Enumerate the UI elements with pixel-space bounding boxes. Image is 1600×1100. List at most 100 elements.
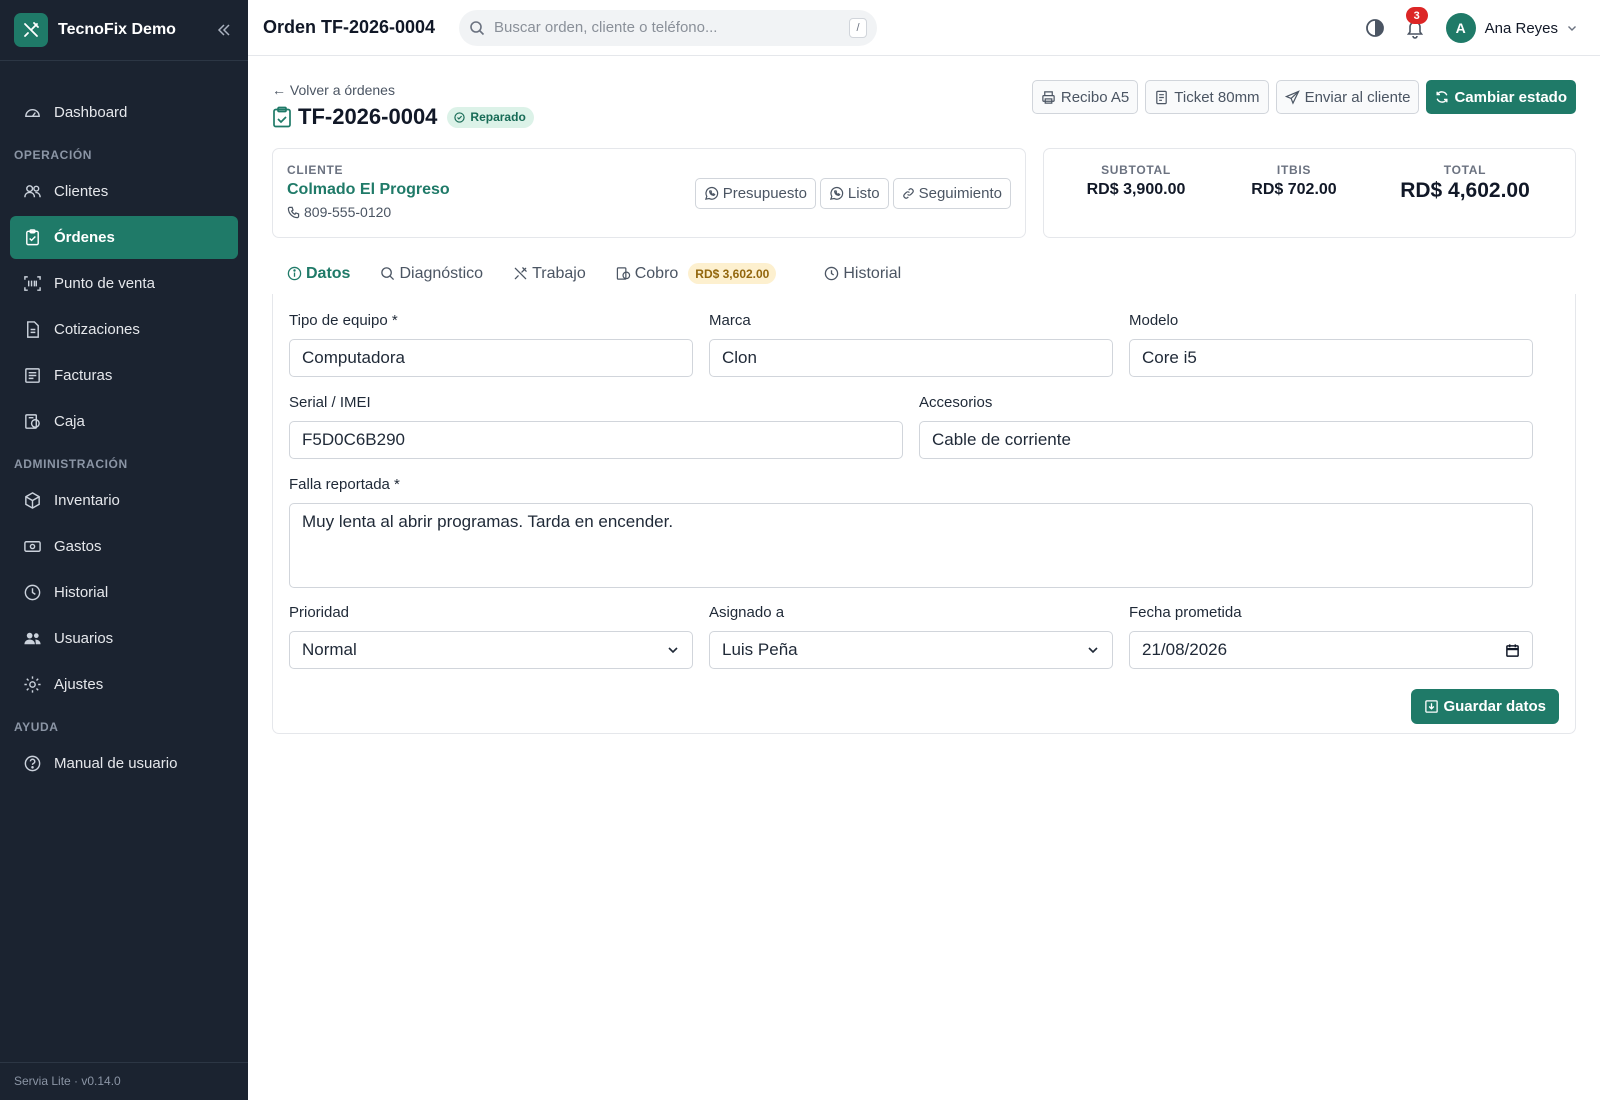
receipt-a5-button[interactable]: Recibo A5	[1031, 80, 1139, 114]
calendar-icon[interactable]	[1505, 643, 1520, 658]
itbis-block: ITBIS RD$ 702.00	[1228, 163, 1360, 237]
assigned-value: Luis Peña	[722, 640, 798, 659]
sidebar-item-inventario[interactable]: Inventario	[10, 479, 238, 522]
client-card: CLIENTE Colmado El Progreso 809-555-0120…	[272, 148, 1026, 238]
gear-icon	[24, 676, 41, 693]
search-input[interactable]	[494, 19, 849, 36]
notifications-button[interactable]: 3	[1404, 7, 1428, 39]
sidebar-item-manual[interactable]: Manual de usuario	[10, 742, 238, 785]
invoice-icon	[25, 368, 40, 383]
sidebar-item-clientes[interactable]: Clientes	[10, 170, 238, 213]
totals-card: SUBTOTAL RD$ 3,900.00 ITBIS RD$ 702.00 T…	[1043, 148, 1576, 238]
sidebar-item-label: Ajustes	[54, 676, 104, 693]
ticket-80mm-button[interactable]: Ticket 80mm	[1145, 80, 1269, 114]
priority-select[interactable]: Normal	[289, 631, 693, 669]
itbis-label: ITBIS	[1276, 163, 1312, 177]
field-label: Serial / IMEI	[289, 394, 371, 411]
due-date-input[interactable]: 21/08/2026	[1129, 631, 1533, 669]
app-version: Servia Lite · v0.14.0	[0, 1062, 248, 1100]
search-box[interactable]: /	[459, 9, 877, 46]
field-label: Tipo de equipo *	[289, 312, 398, 329]
receipt-icon	[1156, 90, 1168, 104]
serial-field: Serial / IMEI F5D0C6B290	[289, 394, 903, 459]
tab-diagnostico[interactable]: Diagnóstico	[365, 252, 498, 295]
client-label: CLIENTE	[287, 163, 344, 177]
sidebar-item-gastos[interactable]: Gastos	[10, 525, 238, 568]
back-to-orders-link[interactable]: ← Volver a órdenes	[272, 82, 395, 98]
due-date-value: 21/08/2026	[1142, 640, 1228, 659]
search-shortcut: /	[849, 17, 867, 38]
priority-value: Normal	[302, 640, 357, 659]
box-icon	[25, 492, 40, 509]
order-header: TF-2026-0004 Reparado	[272, 104, 534, 130]
tools-icon	[514, 267, 527, 280]
sidebar-item-label: Facturas	[54, 367, 113, 384]
client-phone-value: 809-555-0120	[304, 204, 392, 220]
sidebar-item-caja[interactable]: Caja	[10, 400, 238, 443]
assigned-select[interactable]: Luis Peña	[709, 631, 1113, 669]
save-data-button[interactable]: Guardar datos	[1411, 689, 1559, 724]
subtotal-block: SUBTOTAL RD$ 3,900.00	[1044, 163, 1228, 237]
device-type-input[interactable]: Computadora	[289, 339, 693, 377]
sidebar-item-label: Dashboard	[54, 104, 128, 121]
theme-toggle-icon[interactable]	[1364, 17, 1386, 39]
issue-textarea[interactable]: Muy lenta al abrir programas. Tarda en e…	[289, 503, 1533, 588]
status-badge: Reparado	[447, 106, 534, 128]
app-name: TecnoFix Demo	[58, 21, 176, 38]
nav-section-operacion: OPERACIÓN	[14, 148, 93, 162]
ticket-80mm-label: Ticket 80mm	[1174, 88, 1260, 106]
assigned-field: Asignado a Luis Peña	[709, 604, 1113, 669]
page-title: Orden TF-2026-0004	[263, 17, 436, 37]
nav-section-ayuda: AYUDA	[14, 720, 59, 734]
itbis-value: RD$ 702.00	[1251, 181, 1337, 198]
refresh-icon	[1436, 91, 1448, 103]
accessories-input[interactable]: Cable de corriente	[919, 421, 1533, 459]
brand-input[interactable]: Clon	[709, 339, 1113, 377]
search-icon	[381, 267, 395, 281]
tab-historial[interactable]: Historial	[809, 252, 916, 295]
balance-badge: RD$ 3,602.00	[688, 263, 777, 284]
clipboard-check-icon	[273, 106, 291, 128]
whatsapp-ready-label: Listo	[847, 185, 880, 202]
sidebar-item-cotizaciones[interactable]: Cotizaciones	[10, 308, 238, 351]
notification-count: 3	[1405, 7, 1428, 24]
change-status-button[interactable]: Cambiar estado	[1426, 80, 1576, 114]
user-menu[interactable]: A Ana Reyes	[1445, 13, 1578, 43]
subtotal-label: SUBTOTAL	[1101, 163, 1171, 177]
sidebar-item-ordenes[interactable]: Órdenes	[10, 216, 238, 259]
sidebar-item-dashboard[interactable]: Dashboard	[10, 91, 238, 134]
model-input[interactable]: Core i5	[1129, 339, 1533, 377]
field-label: Asignado a	[709, 604, 785, 621]
field-label: Fecha prometida	[1129, 604, 1242, 621]
total-label: TOTAL	[1443, 163, 1487, 177]
sidebar-item-facturas[interactable]: Facturas	[10, 354, 238, 397]
sidebar-item-ajustes[interactable]: Ajustes	[10, 663, 238, 706]
order-tabs: Datos Diagnóstico Trabajo Cobro RD$ 3,60…	[272, 252, 1576, 296]
link-icon	[902, 188, 914, 199]
whatsapp-ready-button[interactable]: Listo	[819, 178, 889, 209]
help-circle-icon	[24, 755, 41, 772]
tracking-link-button[interactable]: Seguimiento	[892, 178, 1011, 209]
sidebar-item-label: Caja	[54, 413, 85, 430]
sidebar-item-historial[interactable]: Historial	[10, 571, 238, 614]
sidebar-item-punto-de-venta[interactable]: Punto de venta	[10, 262, 238, 305]
field-label: Falla reportada *	[289, 476, 400, 493]
topbar: Orden TF-2026-0004 / 3 A Ana Reyes	[248, 0, 1600, 56]
collapse-sidebar-icon[interactable]	[214, 20, 234, 40]
sidebar-item-label: Clientes	[54, 183, 109, 200]
sidebar-item-usuarios[interactable]: Usuarios	[10, 617, 238, 660]
whatsapp-quote-button[interactable]: Presupuesto	[694, 178, 816, 209]
sidebar: TecnoFix Demo Dashboard OPERACIÓN Client…	[0, 0, 248, 1100]
whatsapp-quote-label: Presupuesto	[722, 185, 807, 202]
send-to-client-label: Enviar al cliente	[1304, 88, 1411, 106]
model-field: Modelo Core i5	[1129, 312, 1533, 377]
tab-label: Datos	[306, 264, 351, 282]
serial-input[interactable]: F5D0C6B290	[289, 421, 903, 459]
send-to-client-button[interactable]: Enviar al cliente	[1275, 80, 1420, 114]
clock-icon	[825, 266, 839, 281]
tab-datos[interactable]: Datos	[272, 252, 366, 296]
tab-trabajo[interactable]: Trabajo	[498, 252, 601, 295]
status-label: Reparado	[470, 110, 526, 124]
brand: TecnoFix Demo	[0, 0, 248, 61]
tab-cobro[interactable]: Cobro RD$ 3,602.00	[601, 252, 792, 295]
